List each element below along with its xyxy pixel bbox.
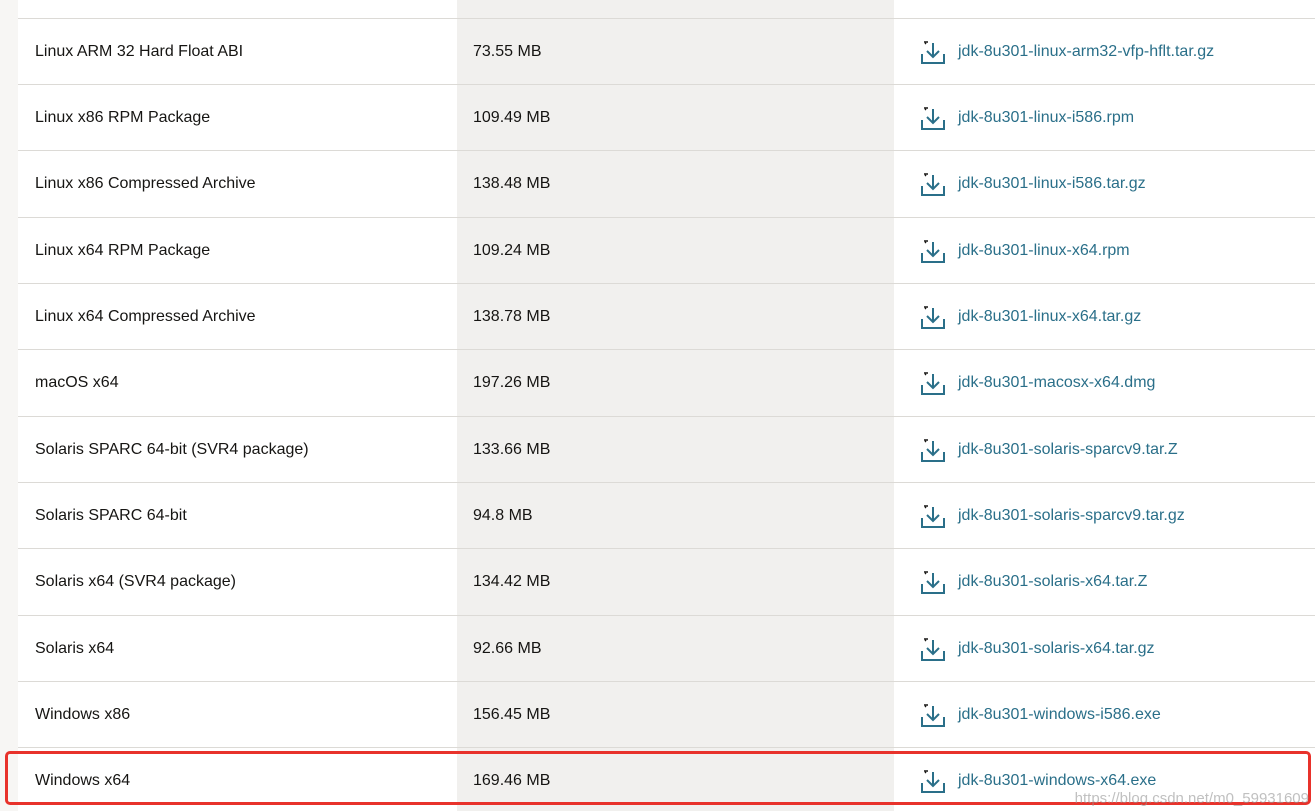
downloads-table: Linux ARM 32 Hard Float ABI 73.55 MB jdk… (18, 0, 1315, 811)
download-filename[interactable]: jdk-8u301-linux-i586.tar.gz (958, 175, 1146, 193)
file-size-cell: 156.45 MB (473, 705, 551, 723)
download-link[interactable]: jdk-8u301-windows-i586.exe (920, 682, 1161, 747)
table-row: Linux ARM 32 Hard Float ABI 73.55 MB jdk… (18, 18, 1315, 84)
download-filename[interactable]: jdk-8u301-solaris-x64.tar.gz (958, 640, 1155, 658)
product-cell: Solaris SPARC 64-bit (35, 506, 187, 524)
table-row: Linux x64 RPM Package 109.24 MB jdk-8u30… (18, 217, 1315, 283)
download-icon (921, 769, 945, 793)
download-icon (921, 40, 945, 64)
file-size-cell: 73.55 MB (473, 42, 542, 60)
download-icon (921, 305, 945, 329)
download-link[interactable]: jdk-8u301-linux-i586.rpm (920, 85, 1134, 150)
left-gutter (0, 0, 18, 811)
download-link[interactable]: jdk-8u301-linux-x64.rpm (920, 218, 1130, 283)
download-icon (921, 172, 945, 196)
table-row: Linux x64 Compressed Archive 138.78 MB j… (18, 283, 1315, 349)
download-link[interactable]: jdk-8u301-solaris-x64.tar.Z (920, 549, 1147, 614)
download-link[interactable]: jdk-8u301-macosx-x64.dmg (920, 350, 1155, 415)
watermark: https://blog.csdn.net/m0_59931609 (1074, 790, 1309, 807)
download-filename[interactable]: jdk-8u301-linux-i586.rpm (958, 109, 1134, 127)
table-row: macOS x64 197.26 MB jdk-8u301-macosx-x64… (18, 349, 1315, 415)
download-icon (921, 570, 945, 594)
download-icon (921, 504, 945, 528)
download-link[interactable]: jdk-8u301-solaris-sparcv9.tar.gz (920, 483, 1185, 548)
download-filename[interactable]: jdk-8u301-linux-x64.rpm (958, 242, 1130, 260)
download-link[interactable]: jdk-8u301-linux-i586.tar.gz (920, 151, 1146, 216)
download-filename[interactable]: jdk-8u301-linux-arm32-vfp-hflt.tar.gz (958, 43, 1214, 61)
file-size-cell: 138.48 MB (473, 174, 551, 192)
download-link[interactable]: jdk-8u301-linux-arm32-vfp-hflt.tar.gz (920, 19, 1214, 84)
download-icon (921, 371, 945, 395)
product-cell: Linux x64 RPM Package (35, 241, 211, 259)
file-size-cell: 109.24 MB (473, 241, 551, 259)
table-row: Solaris SPARC 64-bit 94.8 MB jdk-8u301-s… (18, 482, 1315, 548)
file-size-cell: 197.26 MB (473, 373, 551, 391)
table-row: Solaris SPARC 64-bit (SVR4 package) 133.… (18, 416, 1315, 482)
product-cell: Linux x86 RPM Package (35, 108, 211, 126)
product-cell: macOS x64 (35, 373, 119, 391)
product-cell: Solaris x64 (SVR4 package) (35, 572, 236, 590)
download-link[interactable]: jdk-8u301-linux-x64.tar.gz (920, 284, 1141, 349)
download-filename[interactable]: jdk-8u301-macosx-x64.dmg (958, 374, 1155, 392)
file-size-cell: 133.66 MB (473, 440, 551, 458)
product-cell: Linux x64 Compressed Archive (35, 307, 256, 325)
product-cell: Linux ARM 32 Hard Float ABI (35, 42, 244, 60)
product-cell: Solaris SPARC 64-bit (SVR4 package) (35, 440, 309, 458)
download-icon (921, 106, 945, 130)
download-icon (921, 438, 945, 462)
product-cell: Linux x86 Compressed Archive (35, 174, 256, 192)
file-size-cell: 94.8 MB (473, 506, 533, 524)
file-size-cell: 134.42 MB (473, 572, 551, 590)
table-row: Linux x86 RPM Package 109.49 MB jdk-8u30… (18, 84, 1315, 150)
file-size-cell: 109.49 MB (473, 108, 551, 126)
product-cell: Windows x64 (35, 771, 131, 789)
download-filename[interactable]: jdk-8u301-solaris-sparcv9.tar.gz (958, 507, 1185, 525)
page: Linux ARM 32 Hard Float ABI 73.55 MB jdk… (0, 0, 1315, 811)
download-icon (921, 637, 945, 661)
download-link[interactable]: jdk-8u301-solaris-x64.tar.gz (920, 616, 1155, 681)
table-row: Solaris x64 (SVR4 package) 134.42 MB jdk… (18, 548, 1315, 614)
download-icon (921, 239, 945, 263)
file-size-cell: 92.66 MB (473, 639, 542, 657)
table-row: Linux x86 Compressed Archive 138.48 MB j… (18, 150, 1315, 216)
table-row: Solaris x64 92.66 MB jdk-8u301-solaris-x… (18, 615, 1315, 681)
product-cell: Windows x86 (35, 705, 131, 723)
download-filename[interactable]: jdk-8u301-windows-i586.exe (958, 706, 1161, 724)
download-filename[interactable]: jdk-8u301-linux-x64.tar.gz (958, 308, 1141, 326)
table-row: Windows x86 156.45 MB jdk-8u301-windows-… (18, 681, 1315, 747)
download-filename[interactable]: jdk-8u301-solaris-sparcv9.tar.Z (958, 441, 1178, 459)
product-cell: Solaris x64 (35, 639, 115, 657)
download-filename[interactable]: jdk-8u301-solaris-x64.tar.Z (958, 573, 1147, 591)
file-size-cell: 138.78 MB (473, 307, 551, 325)
download-link[interactable]: jdk-8u301-solaris-sparcv9.tar.Z (920, 417, 1178, 482)
download-icon (921, 703, 945, 727)
file-size-cell: 169.46 MB (473, 771, 551, 789)
download-filename[interactable]: jdk-8u301-windows-x64.exe (958, 772, 1156, 790)
